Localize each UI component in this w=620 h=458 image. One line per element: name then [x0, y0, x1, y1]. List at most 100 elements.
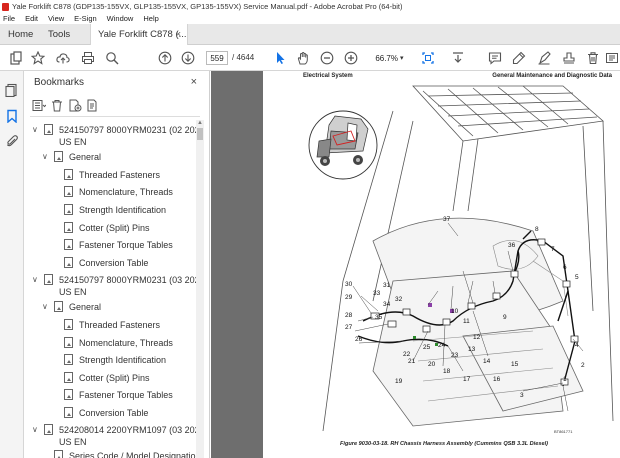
bookmark-label: General — [69, 152, 102, 162]
collapse-chevron-icon[interactable]: ∨ — [32, 124, 40, 136]
download-icon[interactable] — [450, 50, 466, 66]
bookmark-item[interactable]: Strength Identification — [64, 354, 166, 370]
menu-help[interactable]: Help — [143, 14, 158, 23]
menu-esign[interactable]: E-Sign — [74, 14, 97, 23]
document-viewer[interactable]: Electrical System General Maintenance an… — [211, 71, 620, 458]
tab-document[interactable]: Yale Forklift C878 (... × — [90, 24, 188, 45]
bookmark-item[interactable]: Nomenclature, Threads — [64, 186, 173, 202]
bookmark-label: General — [69, 302, 102, 312]
select-cursor-icon[interactable] — [272, 50, 288, 66]
next-page-icon[interactable] — [180, 50, 196, 66]
bookmark-label: Fastener Torque Tables — [79, 390, 173, 400]
collapse-chevron-icon[interactable]: ∨ — [32, 424, 40, 436]
menu-file[interactable]: File — [3, 14, 15, 23]
page-header-left: Electrical System — [303, 73, 353, 79]
bookmark-icon — [64, 319, 73, 330]
bookmark-icon — [64, 169, 73, 180]
bookmark-icon — [64, 257, 73, 268]
collapse-chevron-icon[interactable]: ∨ — [42, 301, 50, 313]
scroll-up-arrow-icon[interactable]: ▲ — [197, 120, 203, 126]
new-bookmark-icon[interactable] — [68, 99, 82, 112]
bookmark-item[interactable]: Series Code / Model Designation — [54, 450, 200, 458]
zoom-level-input[interactable]: 66.7% — [368, 51, 398, 65]
stamp-icon[interactable] — [561, 50, 577, 66]
upload-cloud-icon[interactable] — [55, 50, 71, 66]
more-tools-icon[interactable] — [604, 50, 620, 66]
callout-label: 21 — [408, 358, 416, 365]
bookmarks-panel: Bookmarks × ∨ 524150797 8000YRM0231 (02 2… — [24, 71, 210, 458]
bookmark-label: Fastener Torque Tables — [79, 240, 173, 250]
bookmarks-list: ∨ 524150797 8000YRM0231 (02 2023) US EN ∨ G… — [24, 121, 200, 458]
bookmark-item[interactable]: ∨ 524150797 8000YRM0231 (02 2023) US EN — [32, 124, 200, 147]
bookmark-label: Conversion Table — [79, 258, 149, 268]
bookmark-icon — [54, 151, 63, 162]
page-thumbnails-icon[interactable] — [5, 83, 19, 97]
search-icon[interactable] — [104, 50, 120, 66]
bookmark-item[interactable]: Conversion Table — [64, 257, 148, 273]
zoom-in-icon[interactable] — [343, 50, 359, 66]
attachments-icon[interactable] — [5, 134, 19, 148]
bookmark-item[interactable]: ∨ 524150797 8000YRM0231 (03 2020) US EN — [32, 274, 200, 297]
menu-window[interactable]: Window — [107, 14, 134, 23]
panel-close-icon[interactable]: × — [191, 76, 197, 88]
edit-text-icon[interactable] — [536, 50, 552, 66]
highlight-pen-icon[interactable] — [511, 50, 527, 66]
bookmark-item[interactable]: Conversion Table — [64, 407, 148, 423]
comment-icon[interactable] — [487, 50, 503, 66]
bookmark-item[interactable]: Threaded Fasteners — [64, 319, 160, 335]
bookmark-item[interactable]: Strength Identification — [64, 204, 166, 220]
bookmark-item[interactable]: Threaded Fasteners — [64, 169, 160, 185]
callout-label: 32 — [395, 296, 403, 303]
delete-icon[interactable] — [585, 50, 601, 66]
bookmark-item[interactable]: ∨ General — [42, 151, 101, 167]
tab-tools[interactable]: Tools — [40, 24, 90, 45]
bookmark-item[interactable]: Fastener Torque Tables — [64, 389, 173, 405]
collapse-chevron-icon[interactable]: ∨ — [32, 274, 40, 286]
scrollbar-thumb[interactable] — [197, 128, 203, 140]
callout-label: 4 — [575, 342, 579, 349]
callout-label: 22 — [403, 351, 411, 358]
harness-assembly-illustration: 37 31 33 30 34 29 28 27 26 22 11 10 12 1… — [308, 85, 614, 432]
bookmark-item[interactable]: Nomenclature, Threads — [64, 337, 173, 353]
zoom-out-icon[interactable] — [319, 50, 335, 66]
menu-edit[interactable]: Edit — [25, 14, 38, 23]
callout-label: 14 — [483, 358, 491, 365]
callout-label: 15 — [511, 361, 519, 368]
hand-tool-icon[interactable] — [295, 50, 311, 66]
bookmark-icon — [44, 274, 53, 285]
callout-label: 3 — [520, 392, 524, 399]
print-icon[interactable] — [80, 50, 96, 66]
tab-document-label: Yale Forklift C878 (... — [98, 29, 187, 40]
previous-page-icon[interactable] — [157, 50, 173, 66]
bookmark-label: Conversion Table — [79, 408, 149, 418]
page-fit-icon[interactable] — [420, 50, 436, 66]
pdf-page: Electrical System General Maintenance an… — [263, 71, 620, 458]
bookmark-item[interactable]: ∨ General — [42, 301, 101, 317]
bookmark-label: Series Code / Model Designation — [69, 451, 200, 458]
bookmark-options-icon[interactable] — [32, 99, 46, 112]
bookmark-icon — [64, 372, 73, 383]
bookmarks-panel-icon[interactable] — [5, 109, 19, 123]
callout-label: 31 — [383, 282, 391, 289]
page-number-input[interactable]: 559 — [206, 51, 228, 65]
bookmark-label: Threaded Fasteners — [79, 320, 161, 330]
copy-icon[interactable] — [8, 50, 24, 66]
bookmark-item[interactable]: Fastener Torque Tables — [64, 239, 173, 255]
bookmark-icon — [64, 389, 73, 400]
callout-label: 30 — [345, 281, 353, 288]
bookmarks-scrollbar[interactable]: ▲ — [196, 120, 204, 458]
tab-home[interactable]: Home — [0, 24, 40, 45]
menu-view[interactable]: View — [48, 14, 64, 23]
tab-bar: Home Tools Yale Forklift C878 (... × — [0, 24, 620, 45]
bookmark-icon — [64, 204, 73, 215]
zoom-dropdown-icon[interactable]: ▾ — [400, 54, 404, 62]
callout-label: 11 — [463, 318, 470, 325]
bookmark-star-icon[interactable] — [30, 50, 46, 66]
bookmark-properties-icon[interactable] — [86, 99, 100, 112]
collapse-chevron-icon[interactable]: ∨ — [42, 151, 50, 163]
bookmark-item[interactable]: ∨ 524208014 2200YRM1097 (03 2020) US EN — [32, 424, 200, 447]
bookmark-item[interactable]: Cotter (Split) Pins — [64, 222, 150, 238]
delete-bookmark-icon[interactable] — [50, 99, 64, 112]
bookmark-item[interactable]: Cotter (Split) Pins — [64, 372, 150, 388]
tab-close-icon[interactable]: × — [176, 29, 181, 39]
